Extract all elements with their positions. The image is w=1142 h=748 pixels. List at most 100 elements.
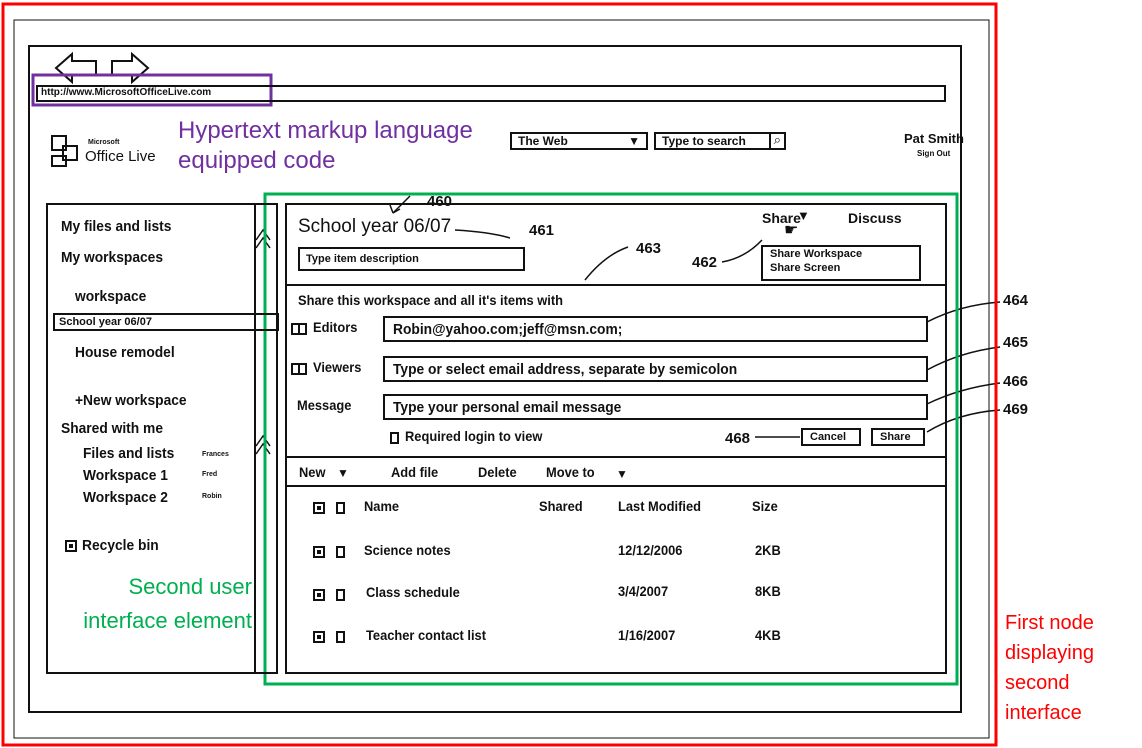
ref-462: 462 bbox=[692, 254, 718, 271]
column-header-size[interactable]: Size bbox=[752, 498, 778, 514]
column-header-modified[interactable]: Last Modified bbox=[618, 498, 701, 514]
divider bbox=[285, 284, 947, 286]
column-header-name[interactable]: Name bbox=[364, 498, 399, 514]
cancel-button-label: Cancel bbox=[810, 431, 847, 443]
file-modified: 3/4/2007 bbox=[618, 583, 669, 599]
ref-465: 465 bbox=[1003, 334, 1029, 351]
share-heading: Share this workspace and all it's items … bbox=[298, 292, 564, 308]
select-all-checkbox[interactable] bbox=[336, 502, 345, 514]
viewers-book-icon bbox=[298, 363, 307, 375]
message-placeholder: Type your personal email message bbox=[393, 399, 622, 416]
description-input[interactable]: Type item description bbox=[298, 247, 525, 271]
green-annotation-label: Second user interface element bbox=[83, 574, 252, 633]
dropdown-arrow-icon: ▼ bbox=[628, 134, 640, 148]
sidebar-new-workspace[interactable]: +New workspace bbox=[75, 392, 187, 409]
sidebar-files-lists[interactable]: My files and lists bbox=[61, 218, 171, 235]
sidebar-scrollbar[interactable] bbox=[256, 203, 278, 674]
address-bar[interactable]: http://www.MicrosoftOfficeLive.com bbox=[36, 85, 946, 102]
viewers-placeholder: Type or select email address, separate b… bbox=[393, 361, 738, 378]
sidebar-my-workspaces[interactable]: My workspaces bbox=[61, 249, 163, 266]
red-annotation-label: First node displaying second interface bbox=[1005, 612, 1094, 724]
ref-464: 464 bbox=[1003, 292, 1029, 309]
share-dropdown-icon: ▼ bbox=[797, 208, 810, 223]
shared-item-label[interactable]: Files and lists bbox=[83, 445, 174, 462]
shared-item-owner: Fred bbox=[202, 471, 218, 478]
column-header-shared[interactable]: Shared bbox=[539, 498, 583, 514]
sidebar-workspace[interactable]: workspace bbox=[75, 288, 146, 305]
add-file-button[interactable]: Add file bbox=[391, 464, 438, 480]
shared-item-owner: Robin bbox=[202, 493, 222, 500]
sign-out-link[interactable]: Sign Out bbox=[917, 149, 950, 158]
page-title: School year 06/07 bbox=[298, 216, 452, 237]
share-button-label: Share bbox=[880, 431, 911, 443]
new-menu[interactable]: New bbox=[299, 464, 325, 480]
discuss-link[interactable]: Discuss bbox=[848, 210, 902, 226]
row-checkbox[interactable] bbox=[336, 589, 345, 601]
file-type-icon bbox=[313, 631, 325, 643]
shared-item-owner: Frances bbox=[202, 451, 229, 458]
file-size: 8KB bbox=[755, 583, 781, 599]
message-label: Message bbox=[297, 397, 352, 413]
required-login-label: Required login to view bbox=[405, 428, 543, 444]
logo-text: Office Live bbox=[85, 148, 156, 165]
share-button[interactable]: Share bbox=[871, 428, 925, 446]
search-input[interactable]: Type to search ⌕ bbox=[654, 132, 786, 150]
file-name[interactable]: Teacher contact list bbox=[366, 627, 486, 643]
viewers-field[interactable]: Type or select email address, separate b… bbox=[383, 356, 928, 382]
sidebar-item-selected[interactable]: School year 06/07 bbox=[53, 313, 279, 331]
purple-annotation-label: Hypertext markup language equipped code bbox=[178, 117, 473, 174]
ref-468: 468 bbox=[725, 430, 751, 447]
back-arrow-icon bbox=[54, 51, 97, 85]
editors-value: Robin@yahoo.com;jeff@msn.com; bbox=[393, 321, 623, 338]
ref-461: 461 bbox=[529, 222, 555, 239]
divider bbox=[285, 485, 947, 487]
description-placeholder: Type item description bbox=[306, 253, 419, 265]
cancel-button[interactable]: Cancel bbox=[801, 428, 861, 446]
shared-item-label[interactable]: Workspace 1 bbox=[83, 467, 168, 484]
ref-469: 469 bbox=[1003, 401, 1029, 418]
message-field[interactable]: Type your personal email message bbox=[383, 394, 928, 420]
file-type-icon bbox=[313, 589, 325, 601]
editors-label: Editors bbox=[313, 319, 358, 335]
shared-item-label[interactable]: Workspace 2 bbox=[83, 489, 168, 506]
recycle-bin-icon bbox=[65, 540, 77, 552]
forward-arrow-icon bbox=[111, 51, 150, 85]
search-scope-select[interactable]: The Web ▼ bbox=[510, 132, 648, 150]
file-size: 2KB bbox=[755, 542, 781, 558]
ref-460: 460 bbox=[427, 193, 453, 210]
file-modified: 1/16/2007 bbox=[618, 627, 676, 643]
move-to-menu[interactable]: Move to bbox=[546, 464, 595, 480]
search-placeholder: Type to search bbox=[662, 134, 746, 148]
editors-book-icon bbox=[298, 323, 307, 335]
ref-463: 463 bbox=[636, 240, 662, 257]
search-scope-value: The Web bbox=[518, 134, 568, 148]
row-checkbox[interactable] bbox=[336, 546, 345, 558]
sidebar-item-selected-label: School year 06/07 bbox=[59, 316, 152, 328]
move-to-dropdown-icon: ▼ bbox=[616, 467, 628, 481]
file-type-icon bbox=[313, 502, 325, 514]
file-name[interactable]: Science notes bbox=[364, 542, 451, 558]
ref-466: 466 bbox=[1003, 373, 1029, 390]
share-workspace-option[interactable]: Share Workspace bbox=[770, 248, 862, 260]
file-size: 4KB bbox=[755, 627, 781, 643]
delete-button[interactable]: Delete bbox=[478, 464, 517, 480]
user-name: Pat Smith bbox=[904, 131, 964, 146]
hand-cursor-icon: ☛ bbox=[784, 222, 799, 239]
file-modified: 12/12/2006 bbox=[618, 542, 683, 558]
editors-field[interactable]: Robin@yahoo.com;jeff@msn.com; bbox=[383, 316, 928, 342]
url-text: http://www.MicrosoftOfficeLive.com bbox=[41, 87, 212, 98]
viewers-label: Viewers bbox=[313, 359, 362, 375]
new-dropdown-icon: ▼ bbox=[337, 466, 349, 480]
file-name[interactable]: Class schedule bbox=[366, 584, 460, 600]
file-type-icon bbox=[313, 546, 325, 558]
row-checkbox[interactable] bbox=[336, 631, 345, 643]
logo-small-text: Microsoft bbox=[88, 139, 120, 146]
sidebar-house-remodel[interactable]: House remodel bbox=[75, 344, 175, 361]
required-login-checkbox[interactable] bbox=[390, 432, 399, 444]
share-screen-option[interactable]: Share Screen bbox=[770, 262, 840, 274]
divider bbox=[285, 456, 947, 458]
search-icon[interactable]: ⌕ bbox=[768, 132, 781, 148]
sidebar-shared-with-me[interactable]: Shared with me bbox=[61, 420, 163, 437]
share-options-menu: Share Workspace Share Screen bbox=[761, 245, 921, 281]
sidebar-recycle-bin[interactable]: Recycle bin bbox=[82, 537, 159, 554]
